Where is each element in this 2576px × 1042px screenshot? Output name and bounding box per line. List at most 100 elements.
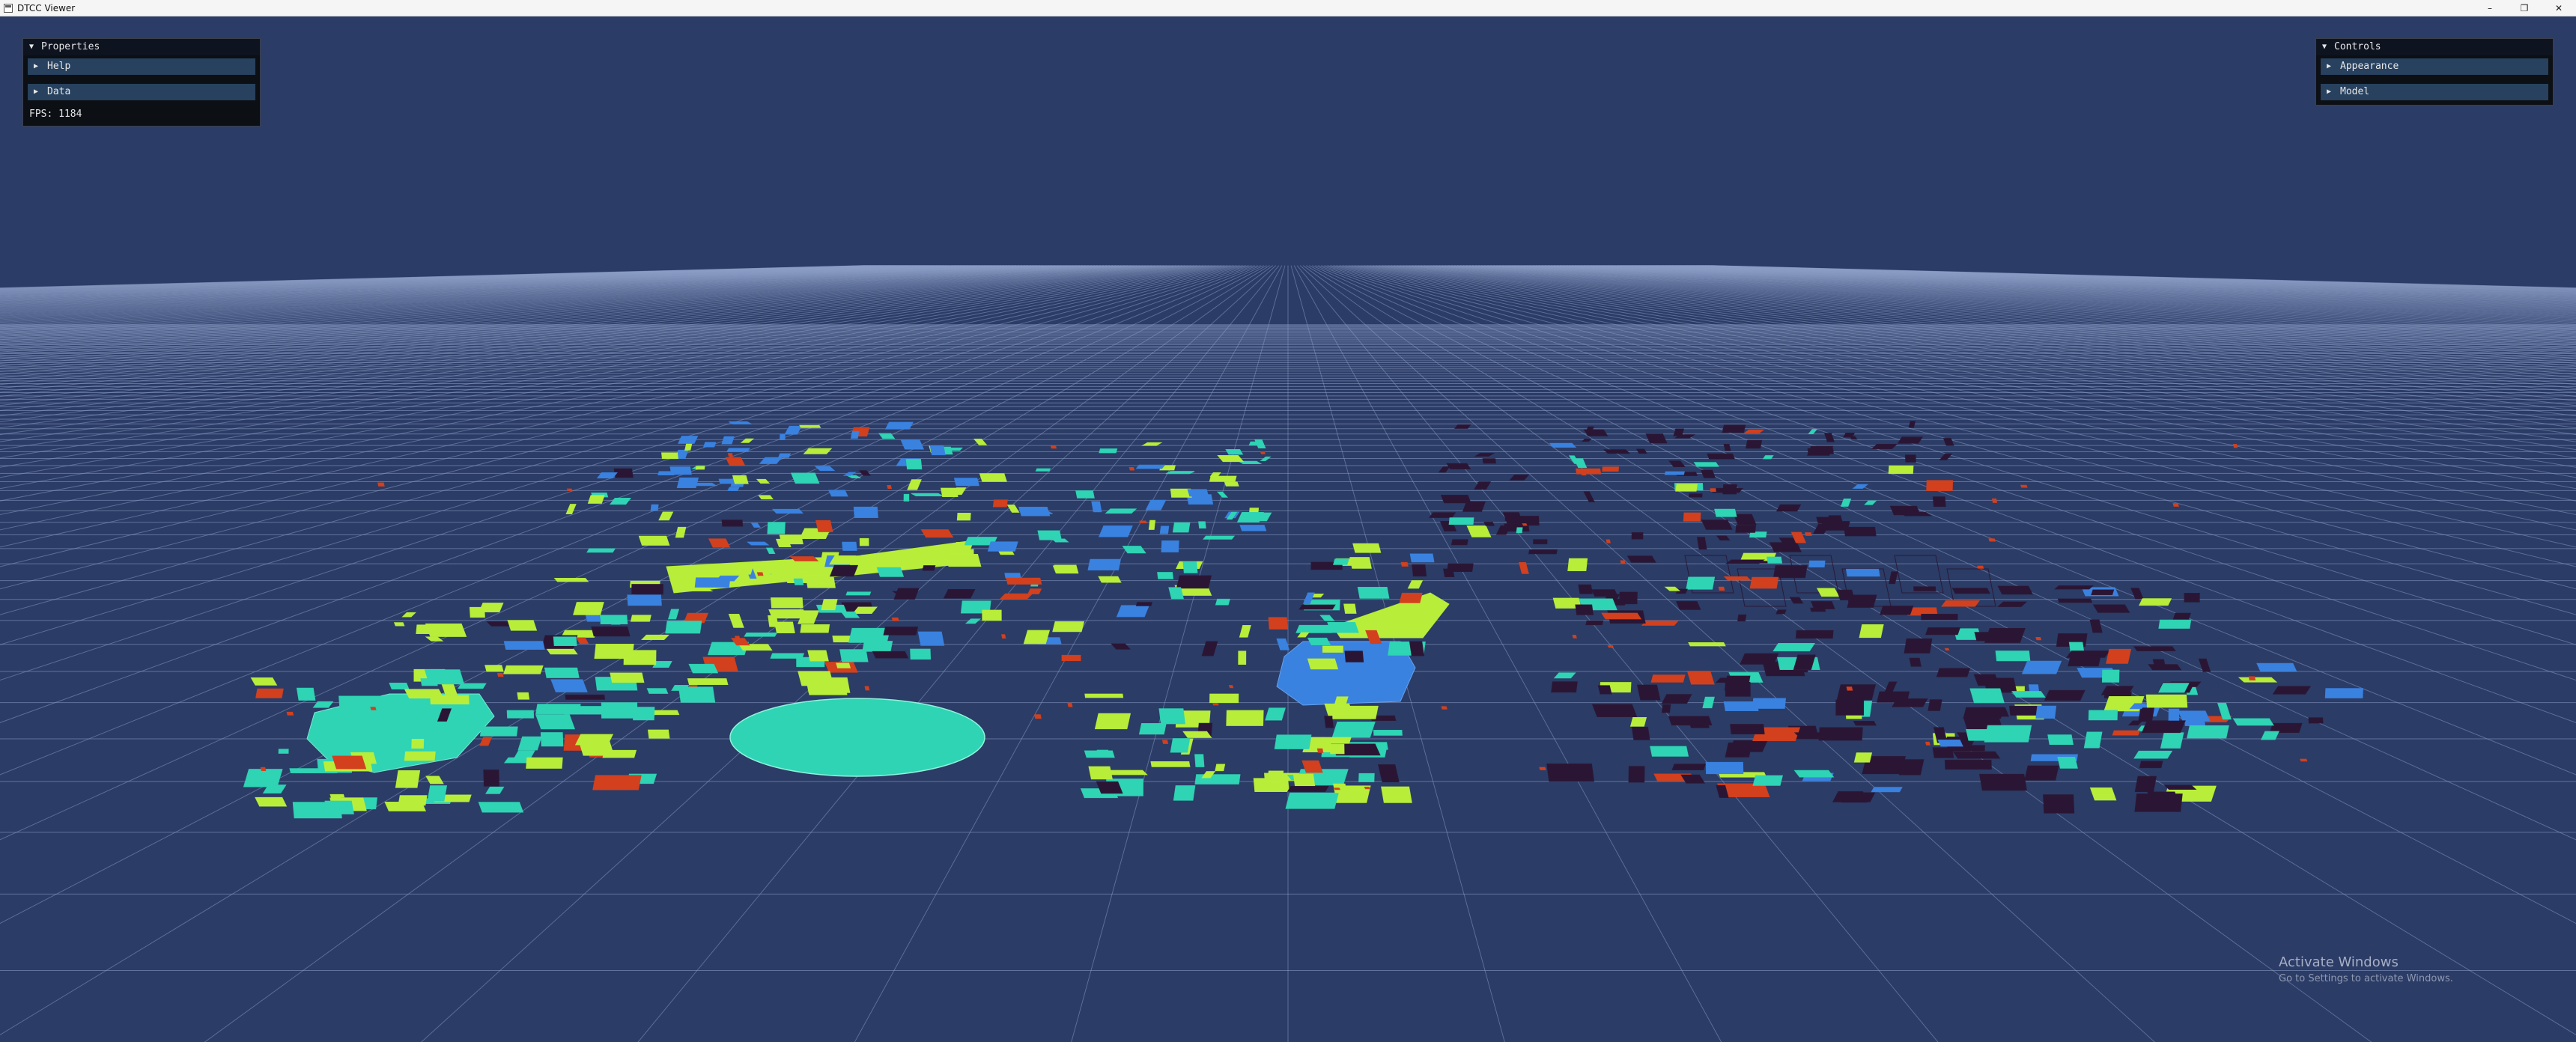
building-footprint bbox=[324, 800, 354, 814]
properties-panel[interactable]: ▼ Properties ▶ Help ▶ Data FPS: 1184 bbox=[22, 38, 261, 127]
building-footprint bbox=[1344, 651, 1364, 662]
building-footprint bbox=[1035, 468, 1051, 472]
building-footprint bbox=[1254, 439, 1266, 449]
building-footprint bbox=[2083, 731, 2103, 749]
building-footprint bbox=[1650, 746, 1689, 757]
watermark-title: Activate Windows bbox=[2279, 954, 2399, 970]
building-footprint bbox=[911, 493, 944, 497]
building-footprint bbox=[1157, 572, 1174, 579]
building-footprint bbox=[735, 636, 741, 640]
building-footprint bbox=[650, 504, 659, 511]
building-footprint bbox=[2091, 589, 2115, 595]
grid-line bbox=[1397, 265, 2576, 386]
maximize-button[interactable]: ❐ bbox=[2507, 0, 2542, 16]
building-footprint bbox=[2133, 646, 2176, 651]
building-footprint bbox=[1645, 433, 1668, 444]
controls-title-bar[interactable]: ▼ Controls bbox=[2316, 39, 2553, 55]
building-footprint bbox=[1836, 684, 1876, 701]
building-footprint bbox=[1170, 738, 1191, 753]
building-footprint bbox=[544, 667, 580, 678]
building-footprint bbox=[1198, 521, 1206, 529]
building-footprint bbox=[2145, 694, 2188, 708]
building-footprint bbox=[1859, 624, 1884, 639]
building-footprint bbox=[992, 499, 1008, 508]
building-footprint bbox=[609, 498, 632, 505]
grid-line bbox=[0, 265, 1188, 397]
building-footprint bbox=[401, 612, 417, 618]
building-footprint bbox=[864, 686, 870, 691]
building-footprint bbox=[1603, 449, 1631, 454]
building-footprint bbox=[427, 785, 448, 802]
grid-line bbox=[1366, 265, 2576, 436]
building-footprint bbox=[842, 541, 857, 551]
controls-panel[interactable]: ▼ Controls ▶ Appearance ▶ Model bbox=[2315, 38, 2554, 106]
building-footprint bbox=[850, 430, 860, 439]
building-footprint bbox=[1752, 775, 1784, 786]
section-data[interactable]: ▶ Data bbox=[28, 84, 255, 100]
building-footprint bbox=[2089, 619, 2103, 633]
properties-title-bar[interactable]: ▼ Properties bbox=[23, 39, 260, 55]
building-footprint bbox=[1429, 512, 1456, 518]
building-footprint bbox=[1239, 624, 1251, 638]
building-footprint bbox=[2141, 720, 2186, 734]
triangle-down-icon: ▼ bbox=[2322, 43, 2327, 51]
building-footprint bbox=[2172, 612, 2191, 621]
building-footprint bbox=[1349, 557, 1372, 569]
building-footprint bbox=[1793, 770, 1835, 778]
building-footprint bbox=[384, 802, 427, 811]
building-footprint bbox=[803, 448, 833, 454]
building-footprint bbox=[845, 591, 872, 596]
grid-line bbox=[1526, 265, 2576, 314]
section-model-label: Model bbox=[2340, 86, 2370, 97]
building-footprint bbox=[1324, 716, 1334, 728]
building-footprint bbox=[676, 477, 699, 489]
building-footprint bbox=[1061, 654, 1081, 662]
building-footprint bbox=[1707, 453, 1735, 460]
building-footprint bbox=[1084, 750, 1115, 758]
building-footprint bbox=[729, 698, 985, 777]
building-footprint bbox=[1409, 553, 1435, 563]
building-footprint bbox=[1714, 508, 1737, 517]
building-footprint bbox=[1683, 512, 1701, 522]
close-button[interactable]: ✕ bbox=[2542, 0, 2576, 16]
minimize-button[interactable]: – bbox=[2473, 0, 2507, 16]
3d-viewport[interactable] bbox=[0, 16, 2576, 1042]
building-footprint bbox=[1027, 588, 1042, 594]
grid-line bbox=[1493, 265, 2576, 324]
section-appearance[interactable]: ▶ Appearance bbox=[2321, 58, 2548, 75]
building-footprint bbox=[1364, 787, 1371, 790]
section-help[interactable]: ▶ Help bbox=[28, 58, 255, 75]
building-footprint bbox=[695, 466, 705, 470]
building-footprint bbox=[1504, 516, 1528, 521]
building-footprint bbox=[719, 566, 741, 574]
building-footprint bbox=[1836, 589, 1856, 600]
building-footprint bbox=[798, 671, 834, 686]
building-footprint bbox=[1176, 575, 1212, 589]
grid-line bbox=[1339, 265, 2576, 531]
building-footprint bbox=[1238, 651, 1247, 665]
building-footprint bbox=[1018, 507, 1051, 517]
grid-line bbox=[0, 265, 950, 297]
building-footprint bbox=[661, 452, 678, 460]
building-footprint bbox=[1225, 449, 1244, 455]
building-footprint bbox=[767, 522, 786, 534]
section-model[interactable]: ▶ Model bbox=[2321, 84, 2548, 100]
building-footprint bbox=[1723, 576, 1752, 581]
building-footprint bbox=[2011, 691, 2046, 698]
building-footprint bbox=[404, 751, 436, 761]
building-footprint bbox=[956, 512, 971, 521]
building-footprint bbox=[725, 457, 746, 466]
building-footprint bbox=[1567, 558, 1588, 572]
building-footprint bbox=[884, 421, 914, 430]
grid-line bbox=[1409, 265, 2576, 372]
building-footprint bbox=[987, 541, 1018, 552]
grid-line bbox=[1547, 265, 2576, 310]
grid-line bbox=[0, 265, 1182, 389]
building-footprint bbox=[565, 504, 577, 514]
building-footprint bbox=[1128, 466, 1135, 471]
building-footprint bbox=[1050, 445, 1057, 449]
building-footprint bbox=[1168, 587, 1184, 600]
building-footprint bbox=[1772, 565, 1808, 579]
building-footprint bbox=[2178, 710, 2211, 722]
building-footprint bbox=[1260, 456, 1272, 462]
